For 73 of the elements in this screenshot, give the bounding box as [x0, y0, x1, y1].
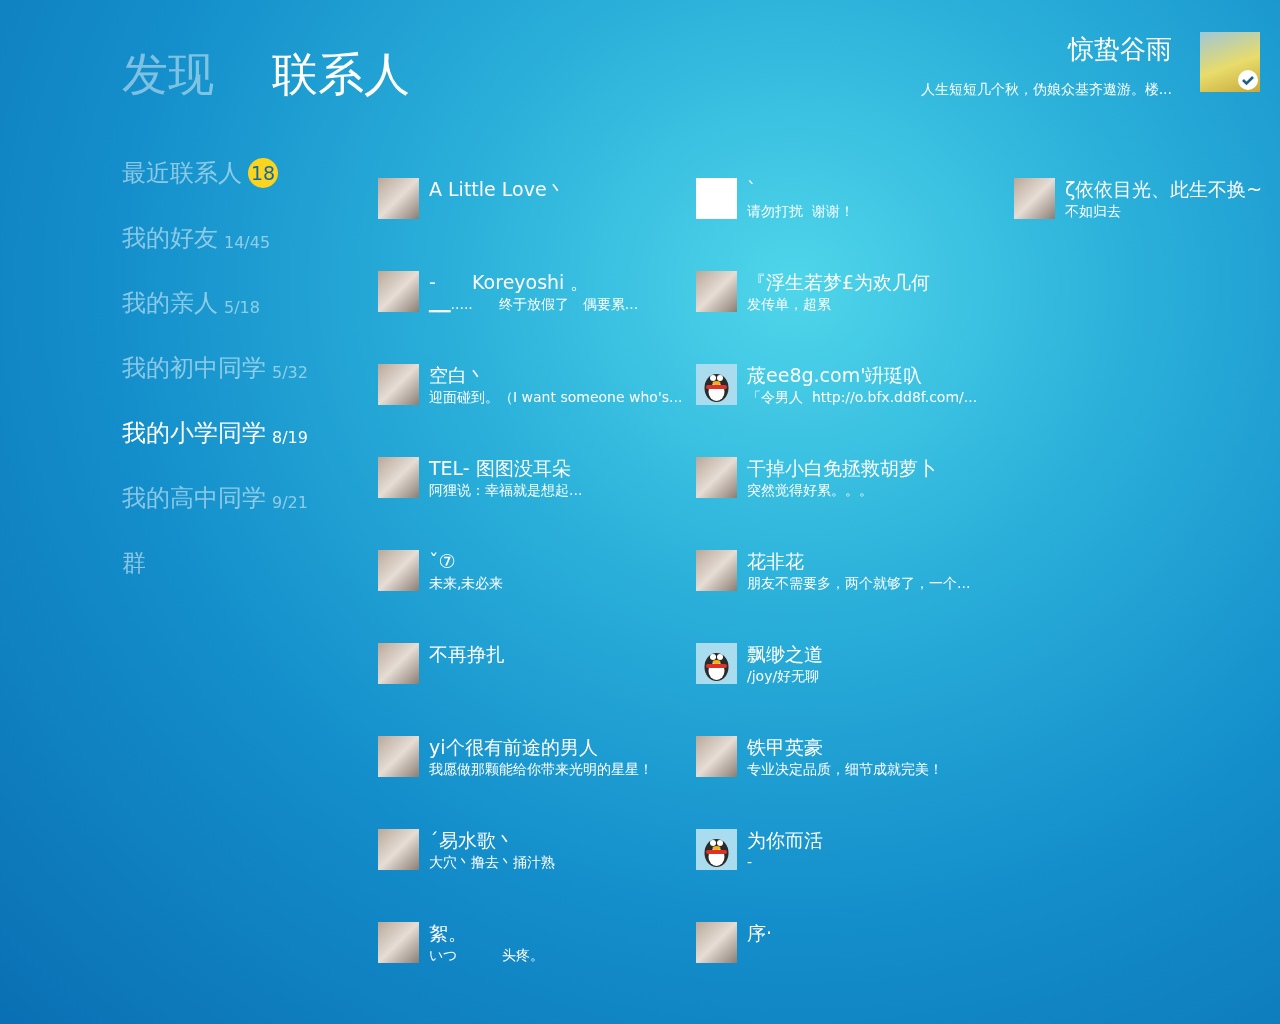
contact-name[interactable]: ` — [747, 178, 854, 200]
contact-status: - — [747, 853, 754, 871]
contact-status: ▁▁..... 终于放假了 偶要累... — [429, 295, 639, 313]
contact-status: いつ 头疼。 — [429, 946, 544, 964]
contact-status: 发传单，超累 — [747, 295, 832, 313]
contact-name[interactable]: yi个很有前途的男人 — [429, 736, 653, 758]
contact-status: 突然觉得好累。。。 — [747, 481, 874, 499]
group-name[interactable]: 我的高中同学 — [122, 482, 266, 514]
group-count: 8/19 — [272, 426, 308, 447]
group-count: 14/45 — [224, 231, 271, 252]
contact-name[interactable]: 为你而活 — [747, 829, 823, 851]
profile-signature: 人生短短几个秋，伪娘众基齐遨游。楼... — [920, 81, 1172, 99]
contact-status: 不如归去 — [1065, 202, 1122, 220]
unread-badge: 18 — [248, 158, 278, 188]
photo-placeholder — [1014, 178, 1055, 219]
photo-placeholder — [378, 457, 419, 498]
photo-placeholder — [378, 829, 419, 870]
group-count: 5/18 — [224, 296, 260, 317]
contact-name[interactable]: TEL- 图图没耳朵 — [429, 457, 583, 479]
blank-avatar — [696, 178, 737, 219]
contact-status: 大穴丶撸去丶捅汁熟 — [429, 853, 555, 871]
contact-name[interactable]: 空白丶 — [429, 364, 683, 386]
contact-name[interactable]: 『浮生若梦£为欢几何 — [747, 271, 931, 293]
contact-name[interactable]: - Koreyoshi 。 — [429, 271, 639, 293]
group-name[interactable]: 我的初中同学 — [122, 352, 266, 384]
contact-name[interactable]: ´易水歌丶 — [429, 829, 555, 851]
contact-name[interactable]: ζ依依目光、此生不换~ — [1065, 178, 1260, 200]
profile-name: 惊蛰谷雨 — [1068, 33, 1172, 66]
contact-status: 未来,未必来 — [429, 574, 504, 592]
photo-placeholder — [378, 922, 419, 963]
photo-placeholder — [378, 271, 419, 312]
photo-placeholder — [378, 178, 419, 219]
penguin-avatar — [696, 829, 737, 870]
contact-name[interactable]: 荿ee8g.com'竔珽叺 — [747, 364, 978, 386]
contact-status: /joy/好无聊 — [747, 667, 821, 685]
contact-name[interactable]: 絮。 — [429, 922, 544, 944]
photo-placeholder — [696, 457, 737, 498]
contact-status: 朋友不需要多，两个就够了，一个... — [747, 574, 971, 592]
contact-name[interactable]: 铁甲英豪 — [747, 736, 943, 758]
contact-name[interactable]: A Little Love丶 — [429, 178, 566, 200]
contact-status: 阿狸说：幸福就是想起... — [429, 481, 583, 499]
group-name[interactable]: 群 — [122, 547, 146, 579]
group-name[interactable]: 我的好友 — [122, 222, 218, 254]
penguin-avatar — [696, 643, 737, 684]
photo-placeholder — [378, 736, 419, 777]
contact-status: 「令男人 http://o.bfx.dd8f.com/... — [747, 388, 978, 406]
contact-status: 专业决定品质，细节成就完美！ — [747, 760, 943, 778]
contact-name[interactable]: 不再挣扎 — [429, 643, 505, 665]
photo-placeholder — [378, 550, 419, 591]
photo-placeholder — [378, 643, 419, 684]
photo-placeholder — [696, 550, 737, 591]
contact-status: 迎面碰到。（I want someone who's... — [429, 388, 683, 406]
header-tab[interactable]: 发现 — [122, 44, 214, 106]
contact-name[interactable]: 干掉小白免拯救胡萝卜 — [747, 457, 937, 479]
photo-placeholder — [696, 271, 737, 312]
group-count: 5/32 — [272, 361, 308, 382]
contact-name[interactable]: ˇ⑦ — [429, 550, 504, 572]
contact-status: 我愿做那颗能给你带来光明的星星！ — [429, 760, 653, 778]
group-name[interactable]: 我的亲人 — [122, 287, 218, 319]
contact-status: 请勿打扰 谢谢！ — [747, 202, 854, 220]
header-tab[interactable]: 联系人 — [272, 44, 410, 106]
photo-placeholder — [696, 922, 737, 963]
group-name[interactable]: 最近联系人 — [122, 157, 242, 189]
check-icon — [1238, 70, 1258, 90]
penguin-avatar — [696, 364, 737, 405]
photo-placeholder — [378, 364, 419, 405]
profile-avatar[interactable] — [1200, 32, 1260, 92]
contact-name[interactable]: 序· — [747, 922, 773, 944]
group-count: 9/21 — [272, 491, 308, 512]
group-name[interactable]: 我的小学同学 — [122, 417, 266, 449]
photo-placeholder — [696, 736, 737, 777]
contact-name[interactable]: 飘缈之道 — [747, 643, 823, 665]
contact-name[interactable]: 花非花 — [747, 550, 971, 572]
